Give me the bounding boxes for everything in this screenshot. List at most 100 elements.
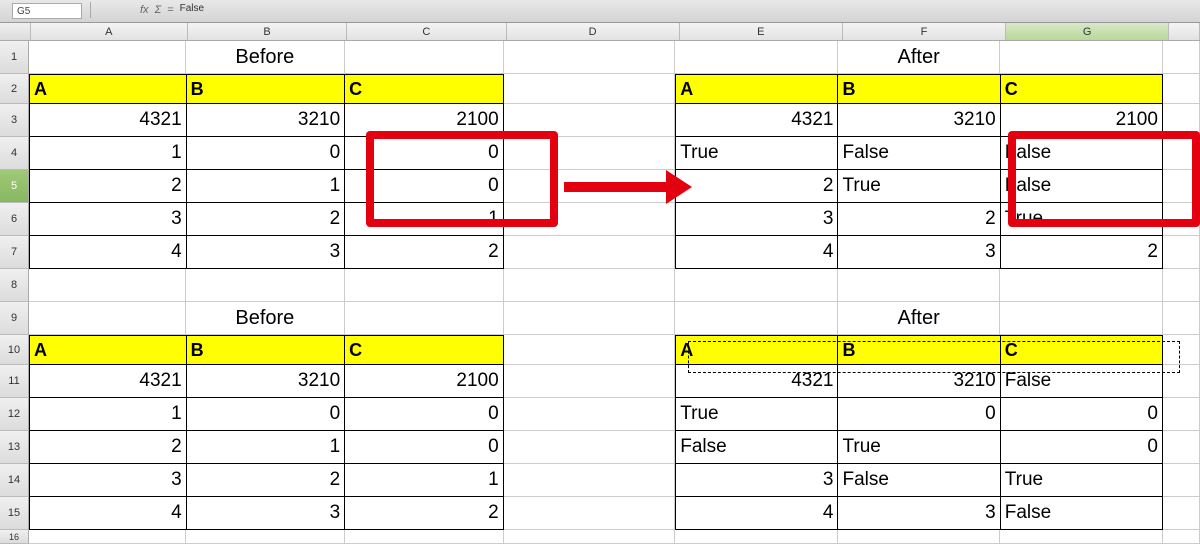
cell[interactable] [1163, 302, 1200, 335]
row-header[interactable]: 4 [0, 137, 29, 170]
cell[interactable]: False [1001, 497, 1163, 530]
cell-header-B[interactable]: B [187, 74, 346, 104]
cell[interactable]: 0 [345, 398, 504, 431]
row-header[interactable]: 8 [0, 269, 29, 302]
cell[interactable] [1163, 464, 1200, 497]
cell-header[interactable]: A [29, 335, 187, 365]
cell-header-C2[interactable]: C [1001, 74, 1163, 104]
cell[interactable]: 2 [675, 170, 838, 203]
cell[interactable] [504, 302, 676, 335]
cell[interactable]: 2100 [1001, 104, 1163, 137]
row-header[interactable]: 11 [0, 365, 29, 398]
cell[interactable] [345, 41, 504, 74]
cell[interactable] [504, 464, 676, 497]
cell[interactable] [1163, 236, 1200, 269]
cell[interactable] [504, 104, 676, 137]
col-header-extra[interactable] [1169, 23, 1200, 40]
cell[interactable]: 1 [187, 431, 346, 464]
row-header[interactable]: 9 [0, 302, 29, 335]
cell[interactable]: 4321 [29, 104, 187, 137]
cell[interactable] [675, 269, 838, 302]
cell[interactable] [29, 530, 186, 544]
autosum-icon[interactable]: Σ [155, 4, 162, 16]
cell[interactable]: 2 [187, 464, 346, 497]
col-header-E[interactable]: E [680, 23, 843, 40]
cell[interactable]: False [1001, 170, 1163, 203]
row-header[interactable]: 2 [0, 74, 29, 104]
cell[interactable]: 3 [187, 497, 346, 530]
spreadsheet-grid[interactable]: 1 Before After 2 A B C A B C 3 4321 3210… [0, 41, 1200, 544]
cell[interactable]: 2 [838, 203, 1000, 236]
cell[interactable] [1163, 104, 1200, 137]
col-header-B[interactable]: B [188, 23, 347, 40]
cell[interactable]: 2 [345, 497, 504, 530]
cell[interactable] [1000, 302, 1163, 335]
cell[interactable]: 3 [29, 464, 187, 497]
cell[interactable] [1000, 41, 1163, 74]
row-header[interactable]: 3 [0, 104, 29, 137]
cell[interactable]: 3 [838, 497, 1000, 530]
cell[interactable] [675, 302, 838, 335]
cell[interactable] [675, 41, 838, 74]
cell[interactable] [1163, 74, 1200, 104]
name-box[interactable]: G5 [12, 3, 82, 19]
cell[interactable]: 2 [187, 203, 346, 236]
cell[interactable] [345, 269, 504, 302]
cell[interactable]: 3210 [838, 365, 1000, 398]
cell[interactable] [504, 74, 676, 104]
cell[interactable]: False [675, 431, 838, 464]
cell[interactable]: 4 [29, 497, 187, 530]
cell[interactable]: 0 [345, 431, 504, 464]
cell[interactable]: 3210 [187, 104, 346, 137]
cell-header[interactable]: B [838, 335, 1000, 365]
row-header[interactable]: 14 [0, 464, 29, 497]
title-after-2[interactable]: After [838, 302, 1001, 335]
row-header[interactable]: 10 [0, 335, 29, 365]
cell[interactable] [504, 335, 676, 365]
cell[interactable] [504, 398, 676, 431]
cell[interactable]: 1 [29, 398, 187, 431]
cell[interactable]: 4321 [675, 104, 838, 137]
cell-header[interactable]: A [675, 335, 838, 365]
cell[interactable] [504, 365, 676, 398]
title-before-2[interactable]: Before [186, 302, 345, 335]
cell[interactable]: True [1001, 203, 1163, 236]
cell[interactable]: 3 [838, 236, 1000, 269]
cell[interactable] [345, 530, 504, 544]
cell[interactable] [504, 497, 676, 530]
cell[interactable] [675, 530, 838, 544]
fx-icon[interactable]: fx [140, 4, 149, 16]
cell[interactable]: 2 [29, 170, 187, 203]
cell[interactable] [1163, 497, 1200, 530]
col-header-D[interactable]: D [507, 23, 680, 40]
col-header-A[interactable]: A [31, 23, 188, 40]
cell[interactable] [504, 203, 676, 236]
cell[interactable]: 4 [675, 236, 838, 269]
row-header[interactable]: 15 [0, 497, 29, 530]
cell[interactable] [29, 41, 186, 74]
row-header[interactable]: 1 [0, 41, 29, 74]
cell[interactable]: 1 [29, 137, 187, 170]
cell[interactable] [1163, 269, 1200, 302]
col-header-C[interactable]: C [347, 23, 506, 40]
cell[interactable]: True [838, 431, 1000, 464]
cell[interactable] [1000, 269, 1163, 302]
cell[interactable] [1163, 431, 1200, 464]
cell[interactable]: 3 [29, 203, 187, 236]
select-all-corner[interactable] [0, 23, 31, 40]
cell[interactable]: True [675, 137, 838, 170]
cell[interactable]: True [1001, 464, 1163, 497]
cell[interactable]: False [1001, 365, 1163, 398]
cell[interactable]: 2100 [345, 104, 504, 137]
cell[interactable]: 3 [187, 236, 346, 269]
row-header[interactable]: 7 [0, 236, 29, 269]
cell[interactable]: 3210 [187, 365, 346, 398]
cell-header-B2[interactable]: B [838, 74, 1000, 104]
row-header[interactable]: 12 [0, 398, 29, 431]
cell[interactable] [504, 236, 676, 269]
cell[interactable] [29, 269, 186, 302]
cell[interactable]: 3 [675, 203, 838, 236]
cell[interactable] [1163, 170, 1200, 203]
cell[interactable] [1163, 335, 1200, 365]
cell-header[interactable]: C [345, 335, 504, 365]
